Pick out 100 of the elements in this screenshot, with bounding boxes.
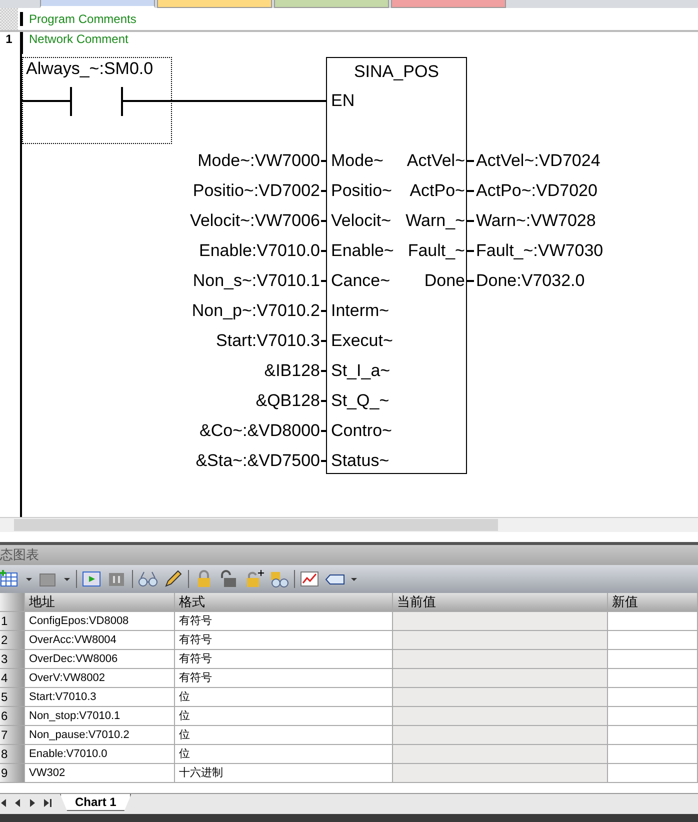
input-wire	[321, 220, 326, 222]
sheet-tab[interactable]: Chart 1	[60, 794, 132, 811]
table-cell: 位	[175, 707, 393, 726]
pin-label: Contro~	[331, 421, 392, 441]
panel-title: 态图表	[0, 547, 39, 562]
input-wire	[321, 460, 326, 462]
operand-label: ActPo~:VD7020	[476, 181, 598, 201]
lock-glasses-icon[interactable]	[269, 570, 289, 588]
operand-label: &Co~:&VD8000	[200, 421, 320, 441]
column-header[interactable]: 格式	[175, 593, 393, 612]
pin-label: EN	[331, 91, 355, 111]
input-wire	[321, 190, 326, 192]
column-header[interactable]: 新值	[608, 593, 698, 612]
table-cell: OverV:VW8002	[25, 669, 175, 688]
pause-icon[interactable]	[107, 570, 127, 588]
function-block[interactable]	[326, 57, 467, 474]
operand-label: Non_s~:V7010.1	[192, 271, 320, 291]
table-cell: Non_pause:V7010.2	[25, 726, 175, 745]
pin-label: Status~	[331, 451, 390, 471]
input-wire	[321, 310, 326, 312]
input-wire	[321, 280, 326, 282]
column-header[interactable]: 当前值	[393, 593, 608, 612]
network-number: 1	[6, 32, 12, 46]
input-wire	[321, 400, 326, 402]
pin-label: ActPo~	[410, 181, 465, 201]
row-number: 3	[0, 650, 25, 669]
table-cell: 有符号	[175, 631, 393, 650]
input-wire	[321, 160, 326, 162]
table-cell: 有符号	[175, 650, 393, 669]
pin-label: Execut~	[331, 331, 393, 351]
input-wire	[321, 250, 326, 252]
table-cell: Start:V7010.3	[25, 688, 175, 707]
output-wire	[467, 250, 474, 252]
operand-label: &IB128	[264, 361, 320, 381]
pin-label: Cance~	[331, 271, 390, 291]
table-cell: Non_stop:V7010.1	[25, 707, 175, 726]
output-wire	[467, 280, 474, 282]
pin-label: Positio~	[331, 181, 392, 201]
horizontal-scrollbar[interactable]	[0, 517, 698, 532]
table-cell: 有符号	[175, 612, 393, 631]
header-corner	[0, 593, 25, 612]
play-icon[interactable]	[82, 570, 102, 588]
table-cell: OverDec:VW8006	[25, 650, 175, 669]
pencil-icon[interactable]	[163, 570, 183, 588]
operand-label: Fault_~:VW7030	[476, 241, 604, 261]
operand-label: ActVel~:VD7024	[476, 151, 600, 171]
table-icon[interactable]	[0, 570, 20, 588]
row-number: 6	[0, 707, 25, 726]
table-cell: 位	[175, 688, 393, 707]
pin-label: Mode~	[331, 151, 384, 171]
operand-label: Velocit~:VW7006	[190, 211, 320, 231]
pin-label: ActVel~	[406, 151, 465, 171]
row-number: 1	[0, 612, 25, 631]
output-wire	[467, 190, 474, 192]
input-wire	[321, 370, 326, 372]
operand-label: Warn~:VW7028	[476, 211, 596, 231]
operand-label: &Sta~:&VD7500	[196, 451, 320, 471]
table-cell: 有符号	[175, 669, 393, 688]
lock-add-icon[interactable]	[244, 570, 264, 588]
input-wire	[321, 430, 326, 432]
table-cell: 位	[175, 726, 393, 745]
column-header[interactable]: 地址	[25, 593, 175, 612]
input-wire	[321, 340, 326, 342]
row-number: 4	[0, 669, 25, 688]
table-cell: 十六进制	[175, 764, 393, 783]
pin-label: Done	[424, 271, 465, 291]
table-cell: ConfigEpos:VD8008	[25, 612, 175, 631]
pin-label: Warn_~	[406, 211, 465, 231]
contact-label: Always_~:SM0.0	[26, 59, 154, 79]
pin-label: Fault_~	[408, 241, 465, 261]
row-number: 8	[0, 745, 25, 764]
output-wire	[467, 160, 474, 162]
table-cell: 位	[175, 745, 393, 764]
output-wire	[467, 220, 474, 222]
operand-label: Mode~:VW7000	[198, 151, 320, 171]
table-cell: Enable:V7010.0	[25, 745, 175, 764]
pin-label: Enable~	[331, 241, 394, 261]
pin-label: St_Q_~	[331, 391, 390, 411]
chart-icon[interactable]	[300, 570, 320, 588]
row-number: 9	[0, 764, 25, 783]
operand-label: Non_p~:V7010.2	[192, 301, 320, 321]
editor-gutter	[0, 8, 18, 30]
table-cell: VW302	[25, 764, 175, 783]
pin-label: St_I_a~	[331, 361, 390, 381]
program-comment: Program Comments	[20, 12, 136, 26]
operand-label: &QB128	[256, 391, 320, 411]
glasses-icon[interactable]	[138, 570, 158, 588]
table-cell: OverAcc:VW8004	[25, 631, 175, 650]
pin-label: Interm~	[331, 301, 390, 321]
operand-label: Start:V7010.3	[216, 331, 320, 351]
row-number: 2	[0, 631, 25, 650]
block-title: SINA_POS	[352, 62, 440, 82]
contact-drawing[interactable]	[22, 87, 326, 116]
operand-label: Positio~:VD7002	[192, 181, 320, 201]
row-number: 7	[0, 726, 25, 745]
operand-label: Done:V7032.0	[476, 271, 585, 291]
pin-label: Velocit~	[331, 211, 392, 231]
operand-label: Enable:V7010.0	[199, 241, 320, 261]
row-number: 5	[0, 688, 25, 707]
unlock-icon[interactable]	[219, 570, 239, 588]
